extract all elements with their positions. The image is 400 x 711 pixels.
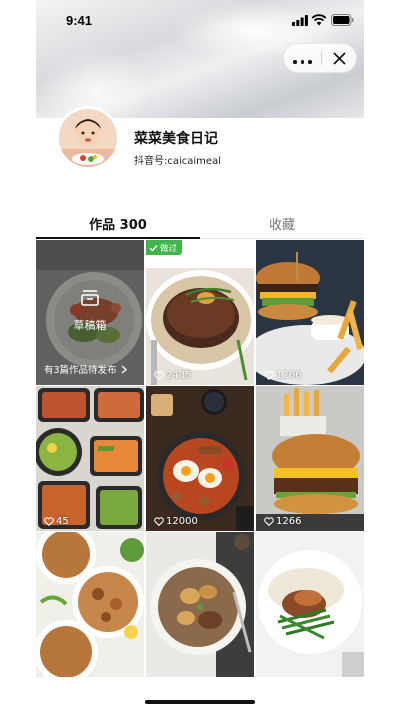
works-grid: 草稿箱 有3篇作品待发布 做过 2435 1266 45 12000 1266: [36, 240, 364, 678]
cheeseburger-photo: [256, 386, 364, 531]
drafts-pending-note: 有3篇作品待发布: [44, 362, 128, 376]
close-button[interactable]: [322, 44, 356, 72]
content-tabs: 作品 300 收藏: [36, 210, 364, 240]
like-count-value: 12000: [166, 516, 198, 527]
like-count-value: 1266: [276, 516, 302, 527]
steak-beans-photo: [256, 532, 364, 677]
close-x-icon: [332, 51, 346, 65]
work-item[interactable]: 1266: [256, 386, 364, 531]
made-it-badge: 做过: [146, 240, 183, 255]
avatar[interactable]: [56, 106, 120, 170]
like-count: 1266: [264, 370, 301, 381]
tab-works[interactable]: 作品 300: [36, 214, 200, 233]
status-time: 9:41: [66, 13, 93, 28]
like-count: 12000: [154, 516, 198, 527]
breakfast-photo: [146, 386, 254, 531]
profile-name: 菜菜美食日记: [134, 131, 218, 147]
heart-icon: [264, 517, 274, 526]
drafts-box-icon: [81, 290, 99, 306]
tab-favorites[interactable]: 收藏: [200, 214, 364, 233]
profile-account-id: 抖音号:caicaimeal: [134, 156, 221, 167]
like-count-value: 2435: [166, 370, 192, 381]
heart-icon: [154, 371, 164, 380]
more-button[interactable]: [284, 44, 321, 72]
checkmark-icon: [149, 244, 158, 252]
work-item[interactable]: [256, 532, 364, 677]
heart-icon: [264, 371, 274, 380]
battery-icon: [331, 14, 354, 26]
drafts-title: 草稿箱: [73, 319, 107, 332]
like-count-value: 1266: [276, 370, 302, 381]
status-bar: 9:41: [36, 0, 364, 40]
drafts-cell[interactable]: 草稿箱 有3篇作品待发布: [36, 240, 144, 385]
home-indicator[interactable]: [145, 700, 255, 704]
badge-label: 做过: [160, 243, 178, 254]
like-count: 1266: [264, 516, 301, 527]
more-dots-icon: [291, 49, 314, 68]
heart-icon: [154, 517, 164, 526]
meal-prep-photo: [36, 386, 144, 531]
work-item[interactable]: 12000: [146, 386, 254, 531]
work-item[interactable]: 1266: [256, 240, 364, 385]
wifi-icon: [311, 14, 327, 26]
active-tab-indicator: [36, 237, 200, 239]
steak-photo: [146, 240, 254, 385]
chevron-right-icon: [121, 365, 127, 373]
like-count-value: 45: [56, 516, 69, 527]
work-item[interactable]: 45: [36, 386, 144, 531]
burger-photo: [256, 240, 364, 385]
like-count: 45: [44, 516, 69, 527]
bottom-safe-area: [36, 678, 364, 711]
mini-program-capsule: [283, 43, 357, 73]
work-item[interactable]: 做过 2435: [146, 240, 254, 385]
heart-icon: [44, 517, 54, 526]
mini-program-page: 9:41 菜菜美食日记 抖音号:caicaimeal 作品 300 收藏 草稿箱…: [36, 0, 364, 711]
avatar-photo: [59, 109, 117, 167]
work-item[interactable]: [146, 532, 254, 677]
roast-potatoes-photo: [146, 532, 254, 677]
drafts-pending-text: 有3篇作品待发布: [44, 365, 117, 376]
like-count: 2435: [154, 370, 191, 381]
cellular-signal-icon: [292, 15, 308, 26]
chicken-bites-photo: [36, 532, 144, 677]
work-item[interactable]: [36, 532, 144, 677]
profile-section: 菜菜美食日记 抖音号:caicaimeal: [36, 106, 364, 210]
